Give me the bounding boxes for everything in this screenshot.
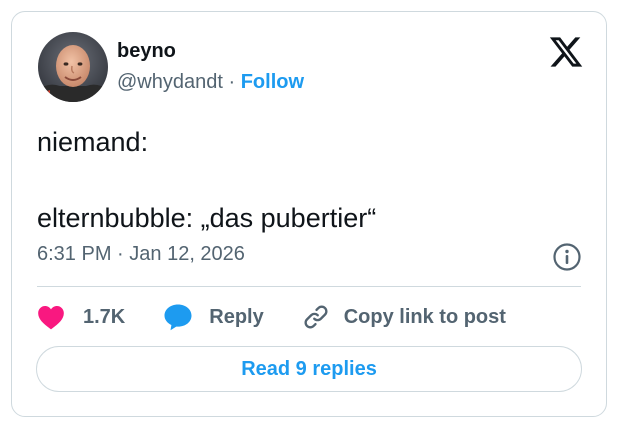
speech-bubble-icon — [164, 304, 192, 331]
tweet-time: 6:31 PM — [37, 243, 112, 265]
like-count: 1.7K — [83, 305, 126, 328]
link-icon — [304, 305, 328, 329]
tweet-text: niemand: elternbubble: „das pubertier“ — [37, 126, 577, 235]
tweet-line: niemand: — [37, 127, 149, 157]
divider — [37, 286, 581, 287]
author-handle-row: @whydandt · Follow — [117, 71, 304, 94]
reply-label: Reply — [209, 305, 264, 328]
avatar[interactable] — [38, 32, 108, 102]
read-replies-button[interactable]: Read 9 replies — [36, 346, 582, 392]
avatar-image — [38, 32, 108, 102]
author-name[interactable]: beyno — [117, 40, 176, 63]
x-logo-icon[interactable] — [548, 34, 584, 70]
tweet-card: beyno @whydandt · Follow niemand: eltern… — [11, 11, 607, 417]
like-button[interactable]: 1.7K — [37, 304, 125, 330]
handle-separator: · — [222, 71, 241, 93]
tweet-date: Jan 12, 2026 — [129, 243, 245, 265]
date-separator: · — [111, 243, 130, 265]
tweet-line-gap — [37, 159, 577, 202]
info-icon[interactable] — [552, 242, 582, 272]
heart-icon — [38, 306, 64, 330]
follow-button[interactable]: Follow — [241, 71, 304, 93]
reply-button[interactable]: Reply — [163, 303, 264, 331]
action-bar: 1.7K Reply Copy link to post — [37, 301, 506, 333]
author-handle[interactable]: @whydandt — [117, 71, 223, 93]
copy-link-button[interactable]: Copy link to post — [302, 303, 506, 331]
timestamp[interactable]: 6:31 PM · Jan 12, 2026 — [37, 243, 245, 266]
copy-link-label: Copy link to post — [343, 305, 506, 328]
tweet-line: elternbubble: „das pubertier“ — [37, 203, 377, 233]
